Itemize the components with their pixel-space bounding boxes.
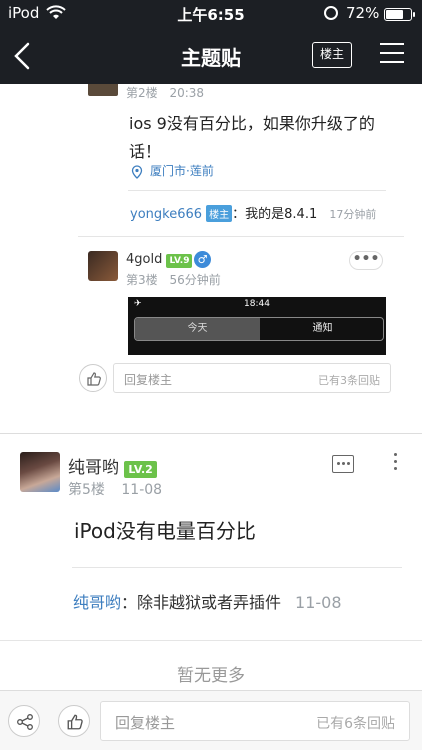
location-pin-icon xyxy=(131,165,143,179)
bottom-bar: 回复楼主 已有6条回贴 xyxy=(0,690,422,750)
post-time: 20:38 xyxy=(169,86,205,100)
thumbs-up-icon xyxy=(67,714,83,730)
thumbs-up-icon xyxy=(87,372,101,386)
battery-icon xyxy=(384,8,415,21)
share-icon xyxy=(17,714,33,730)
reply-item[interactable]: yongke666 楼主 ：我的是8.4.1 17分钟前 xyxy=(130,203,376,222)
battery-fill xyxy=(386,10,404,19)
like-button[interactable] xyxy=(58,705,90,737)
reply-input[interactable]: 回复楼主 已有3条回贴 xyxy=(113,363,391,393)
floor-label: 第5楼 xyxy=(68,482,105,498)
status-bar: iPod 上午6:55 72% xyxy=(0,0,422,28)
hamburger-icon[interactable] xyxy=(380,43,404,63)
divider xyxy=(72,567,402,568)
post-date: 11-08 xyxy=(121,482,163,498)
segmented-control: 今天 通知 xyxy=(134,317,384,341)
reply-username[interactable]: 纯哥哟 xyxy=(73,593,121,612)
reply-placeholder: 回复楼主 xyxy=(124,373,173,387)
avatar[interactable] xyxy=(20,452,60,492)
male-icon: ♂ xyxy=(194,251,211,268)
segment-notifications: 通知 xyxy=(312,323,333,334)
post-meta: 第5楼 11-08 xyxy=(68,479,162,499)
more-vertical-icon[interactable] xyxy=(392,453,398,473)
comment-icon[interactable] xyxy=(332,455,354,473)
username-row: 4gold LV.9 xyxy=(126,252,193,268)
reply-item[interactable]: 纯哥哟：除非越狱或者弄插件 11-08 xyxy=(73,589,342,613)
divider xyxy=(78,236,404,237)
level-badge: LV.2 xyxy=(124,461,157,478)
divider xyxy=(128,190,386,191)
more-options-button[interactable]: ••• xyxy=(349,251,383,270)
image-status-bar: ✈ 18:44 xyxy=(128,297,386,313)
battery-percent: 72% xyxy=(346,4,380,22)
reply-count: 已有6条回贴 xyxy=(316,716,395,732)
image-time: 18:44 xyxy=(244,299,270,309)
floor-label: 第3楼 xyxy=(126,273,158,287)
divider xyxy=(0,640,422,641)
reply-text: ：除非越狱或者弄插件 xyxy=(121,593,282,612)
reply-input[interactable]: 回复楼主 已有6条回贴 xyxy=(100,701,410,741)
segment-today: 今天 xyxy=(135,318,260,340)
reply-text: ：我的是8.4.1 xyxy=(232,207,318,222)
louzhu-only-button[interactable]: 楼主 xyxy=(312,42,352,68)
location-label[interactable]: 厦门市·莲前 xyxy=(150,162,214,179)
reply-time: 17分钟前 xyxy=(329,208,377,221)
reply-time: 11-08 xyxy=(295,593,342,612)
username-row: 纯哥哟 LV.2 xyxy=(68,453,157,478)
post-meta: 第2楼 20:38 xyxy=(126,84,204,101)
reply-count: 已有3条回贴 xyxy=(318,374,380,387)
page-title: 主题贴 xyxy=(181,46,241,70)
username[interactable]: 纯哥哟 xyxy=(68,458,119,478)
level-badge: LV.9 xyxy=(166,254,193,268)
username[interactable]: 4gold xyxy=(126,252,162,267)
share-button[interactable] xyxy=(8,705,40,737)
post-meta: 第3楼 56分钟前 xyxy=(126,271,221,288)
avatar[interactable] xyxy=(88,251,118,281)
no-more-label: 暂无更多 xyxy=(177,666,245,686)
reply-username[interactable]: yongke666 xyxy=(130,207,202,222)
reply-placeholder: 回复楼主 xyxy=(115,714,176,732)
post-content: ios 9没有百分比，如果你升级了的话！ xyxy=(129,114,375,161)
top-bar: iPod 上午6:55 72% 主题贴 楼主 xyxy=(0,0,422,84)
floor-label: 第2楼 xyxy=(126,86,158,100)
louzhu-badge: 楼主 xyxy=(206,205,233,222)
like-button[interactable] xyxy=(79,364,107,392)
post-time: 56分钟前 xyxy=(169,273,221,287)
post-content: iPod没有电量百分比 xyxy=(74,519,256,543)
rotation-lock-icon xyxy=(324,6,338,20)
avatar[interactable] xyxy=(88,84,118,96)
attached-image[interactable]: ✈ 18:44 今天 通知 xyxy=(128,297,386,355)
nav-bar: 主题贴 楼主 xyxy=(0,28,422,84)
section-divider xyxy=(0,433,422,434)
